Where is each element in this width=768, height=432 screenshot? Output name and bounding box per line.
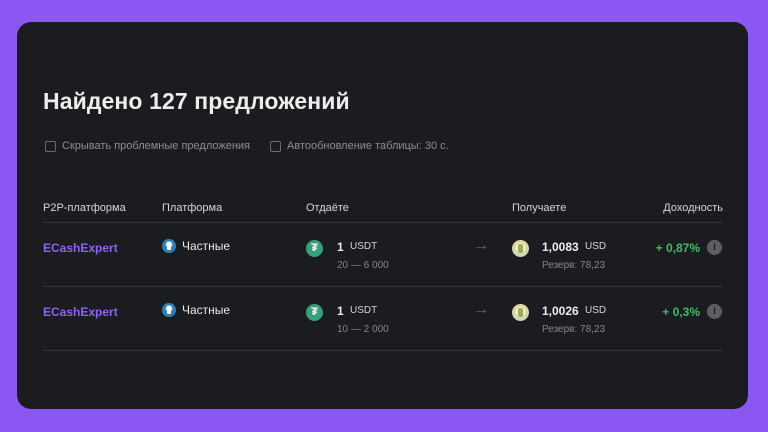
checkbox-label: Скрывать проблемные предложения (62, 140, 251, 152)
arrow-right-icon: → (473, 237, 489, 254)
receive-amount: 1,0026 (542, 304, 579, 318)
yield-value: + 0,3% (662, 305, 700, 319)
receive-amount: 1,0083 (542, 240, 579, 254)
auto-refresh-checkbox[interactable]: Автообновление таблицы: 30 с. (270, 140, 449, 152)
give-currency: USDT (350, 305, 378, 316)
row-divider (43, 350, 723, 351)
yield-value: + 0,87% (655, 241, 700, 255)
give-amount: 1 (337, 304, 344, 318)
tether-icon: ₮ (306, 304, 323, 321)
column-header-yield: Доходность (663, 202, 723, 214)
reserve-text: Резерв: 78,23 (542, 260, 606, 271)
reserve-text: Резерв: 78,23 (542, 324, 606, 335)
receive-currency: USD (585, 241, 607, 252)
checkbox-box[interactable] (270, 140, 281, 152)
platform-label: Частные (182, 239, 231, 253)
usd-coin-icon (512, 304, 529, 321)
private-user-icon (162, 303, 176, 317)
arrow-right-icon: → (473, 301, 489, 318)
platform-cell: Частные (162, 303, 230, 317)
checkbox-label: Автообновление таблицы: 30 с. (287, 140, 449, 152)
checkbox-box[interactable] (45, 140, 56, 152)
tether-icon: ₮ (306, 240, 323, 257)
receive-currency: USD (585, 305, 607, 316)
give-currency: USDT (350, 241, 378, 252)
p2p-platform-link[interactable]: ECashExpert (43, 305, 118, 319)
page-title: Найдено 127 предложений (43, 88, 350, 114)
platform-cell: Частные (162, 239, 230, 253)
give-limits: 20 — 6 000 (337, 260, 389, 271)
column-header-receive: Получаете (512, 202, 567, 214)
info-icon[interactable]: i (707, 304, 722, 319)
private-user-icon (162, 239, 176, 253)
give-amount: 1 (337, 240, 344, 254)
table-row[interactable]: ECashExpert Частные ₮ 1 USDT 10 — 2 000 … (17, 287, 748, 350)
offers-card: Найдено 127 предложений Скрывать проблем… (17, 22, 748, 409)
column-header-platform: Платформа (162, 202, 223, 214)
column-header-give: Отдаёте (306, 202, 349, 214)
usd-coin-icon (512, 240, 529, 257)
platform-label: Частные (182, 303, 231, 317)
table-row[interactable]: ECashExpert Частные ₮ 1 USDT 20 — 6 000 … (17, 223, 748, 286)
p2p-platform-link[interactable]: ECashExpert (43, 241, 118, 255)
column-header-p2p: P2P-платформа (43, 202, 126, 214)
hide-problem-offers-checkbox[interactable]: Скрывать проблемные предложения (45, 140, 250, 152)
info-icon[interactable]: i (707, 240, 722, 255)
give-limits: 10 — 2 000 (337, 324, 389, 335)
